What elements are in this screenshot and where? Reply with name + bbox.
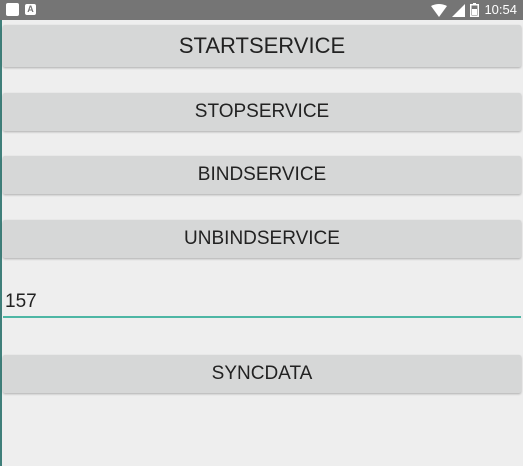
a-badge-icon: A xyxy=(25,4,36,15)
status-bar-left: A xyxy=(6,3,36,16)
data-input[interactable] xyxy=(3,288,521,315)
unbind-service-button[interactable]: UNBINDSERVICE xyxy=(3,220,521,258)
battery-icon xyxy=(470,3,480,17)
start-service-button[interactable]: STARTSERVICE xyxy=(3,25,521,67)
sync-data-button[interactable]: SYNCDATA xyxy=(3,355,521,393)
status-bar: A 10:54 xyxy=(0,0,523,20)
wifi-icon xyxy=(431,3,448,17)
bind-service-button[interactable]: BINDSERVICE xyxy=(3,156,521,194)
notification-square-icon xyxy=(6,3,19,16)
status-bar-right: 10:54 xyxy=(431,1,517,19)
status-time: 10:54 xyxy=(484,2,517,17)
data-input-underline xyxy=(3,316,521,318)
stop-service-button[interactable]: STOPSERVICE xyxy=(3,93,521,131)
left-edge-accent xyxy=(0,20,2,466)
data-field xyxy=(3,288,521,318)
signal-icon xyxy=(452,3,466,17)
